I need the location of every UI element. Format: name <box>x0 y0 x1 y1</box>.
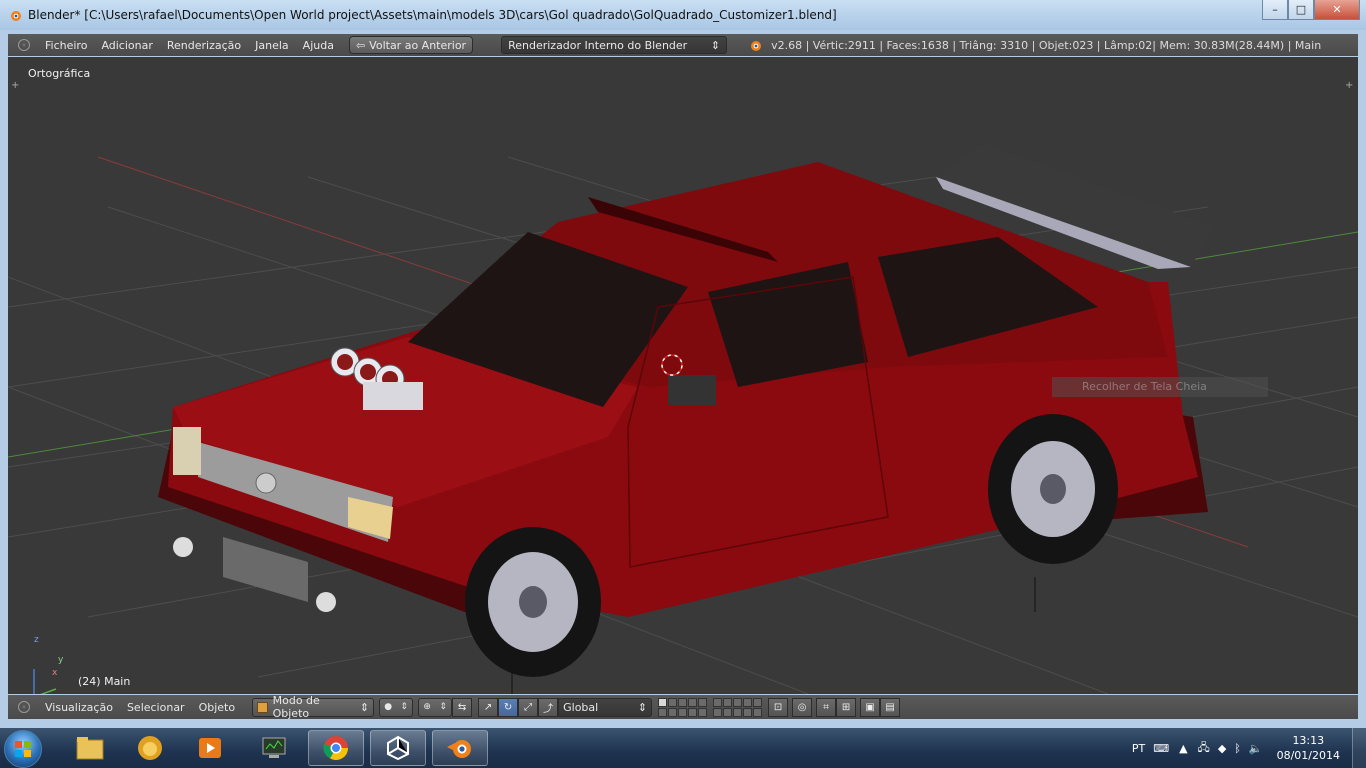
maximize-button[interactable]: □ <box>1288 0 1314 20</box>
menu-selecionar[interactable]: Selecionar <box>120 701 192 714</box>
rear-wheel <box>988 414 1118 564</box>
viewport-scene <box>8 143 1358 694</box>
taskbar-media-player[interactable] <box>182 730 238 766</box>
object-mode-icon <box>257 701 268 713</box>
3d-viewport[interactable]: Ortográfica + + Recolher de Tela Cheia z… <box>8 57 1358 694</box>
bluetooth-icon[interactable]: ᛒ <box>1234 742 1241 755</box>
view-projection-label: Ortográfica <box>28 67 91 80</box>
menu-adicionar[interactable]: Adicionar <box>94 39 159 52</box>
window-title-bar[interactable]: Blender* [C:\Users\rafael\Documents\Open… <box>0 0 1366 30</box>
scene-stats: v2.68 | Vértic:2911 | Faces:1638 | Triân… <box>771 38 1322 52</box>
minimize-button[interactable]: – <box>1262 0 1288 20</box>
axis-x-label: x <box>52 668 58 678</box>
editor-type-icon[interactable]: ◦ <box>18 39 30 51</box>
taskbar-chrome[interactable] <box>308 730 364 766</box>
media-player-icon <box>199 738 221 758</box>
toolshelf-toggle-icon[interactable]: + <box>11 81 21 91</box>
chrome-icon <box>323 736 348 761</box>
lion-app-icon <box>138 736 162 760</box>
menu-ajuda[interactable]: Ajuda <box>296 39 341 52</box>
window-frame: ◦ Ficheiro Adicionar Renderização Janela… <box>0 30 1366 728</box>
active-object-label: (24) Main <box>78 675 131 688</box>
menu-renderizacao[interactable]: Renderização <box>160 39 248 52</box>
lock-layers-icon[interactable]: ⊡ <box>768 697 789 717</box>
render-image-icon[interactable]: ▣ <box>860 697 881 717</box>
volume-icon[interactable]: 🔈 <box>1249 742 1263 755</box>
render-animation-icon[interactable]: ▤ <box>880 697 901 717</box>
manipulator-toggle-icon[interactable]: ⇆ <box>452 697 473 717</box>
snap-toggle-icon[interactable]: ⌗ <box>816 697 837 717</box>
menu-ficheiro[interactable]: Ficheiro <box>38 39 94 52</box>
axis-z-label: z <box>34 635 39 645</box>
taskbar-lion-app[interactable] <box>122 730 178 766</box>
explorer-icon <box>76 737 104 760</box>
back-icon: ⇦ <box>355 38 366 52</box>
renderer-label: Renderizador Interno do Blender <box>508 38 688 52</box>
view3d-header: ◦ Visualização Selecionar Objeto Modo de… <box>8 694 1358 720</box>
taskbar-blender[interactable] <box>432 730 488 766</box>
pivot-point-select[interactable]: ⊕ ⇕ <box>418 697 453 717</box>
keyboard-icon[interactable]: ⌨ <box>1153 742 1169 755</box>
proportional-edit-icon[interactable]: ◎ <box>792 697 813 717</box>
editor-type-icon[interactable]: ◦ <box>18 701 30 713</box>
system-tray: PT ⌨ ▲ 🖧 ◆ ᛒ 🔈 13:13 08/01/2014 <box>1132 728 1366 768</box>
blender-app-icon <box>11 11 21 21</box>
snap-element-icon[interactable]: ⊞ <box>836 697 857 717</box>
front-wheel <box>465 527 601 677</box>
fullscreen-tooltip: Recolher de Tela Cheia <box>1052 377 1268 397</box>
show-hidden-icons-icon[interactable]: ▲ <box>1179 742 1187 755</box>
layer-buttons-2[interactable] <box>713 697 763 717</box>
menu-visualizacao[interactable]: Visualização <box>38 701 120 714</box>
clock[interactable]: 13:13 08/01/2014 <box>1277 733 1340 763</box>
back-label: Voltar ao Anterior <box>369 38 467 52</box>
car-model[interactable] <box>158 143 1213 677</box>
back-to-previous-button[interactable]: ⇦ Voltar ao Anterior <box>348 36 474 54</box>
menu-janela[interactable]: Janela <box>248 39 296 52</box>
viewport-shading-select[interactable]: ● ⇕ <box>379 697 414 717</box>
window-title: Blender* [C:\Users\rafael\Documents\Open… <box>28 8 837 22</box>
menu-objeto[interactable]: Objeto <box>192 701 243 714</box>
transform-orientation-icon[interactable]: ⤴ <box>538 697 559 717</box>
blender-logo-icon <box>751 41 762 51</box>
chevron-updown-icon: ⇕ <box>359 700 370 714</box>
blender-icon <box>447 740 471 758</box>
mode-select[interactable]: Modo de Objeto ⇕ <box>252 694 375 720</box>
unity-icon <box>387 735 409 761</box>
chevron-updown-icon: ⇕ <box>710 38 721 52</box>
windows-taskbar: PT ⌨ ▲ 🖧 ◆ ᛒ 🔈 13:13 08/01/2014 <box>0 728 1366 768</box>
orientation-label: Global <box>563 700 599 714</box>
close-button[interactable]: ✕ <box>1314 0 1360 20</box>
language-indicator[interactable]: PT <box>1132 742 1145 755</box>
taskbar-explorer[interactable] <box>62 730 118 766</box>
start-button[interactable] <box>4 730 42 768</box>
chevron-updown-icon: ⇕ <box>637 700 648 714</box>
clock-date: 08/01/2014 <box>1276 749 1340 762</box>
properties-toggle-icon[interactable]: + <box>1345 81 1355 91</box>
renderer-select[interactable]: Renderizador Interno do Blender ⇕ <box>501 36 728 54</box>
rotate-manipulator-icon[interactable]: ↻ <box>498 697 519 717</box>
windows-logo-icon <box>15 741 31 757</box>
translate-manipulator-icon[interactable]: ↗ <box>478 697 499 717</box>
axis-y-label: y <box>58 655 64 665</box>
info-header: ◦ Ficheiro Adicionar Renderização Janela… <box>8 34 1358 56</box>
mode-label: Modo de Objeto <box>272 694 320 720</box>
scale-manipulator-icon[interactable]: ⤢ <box>518 697 539 717</box>
transform-orientation-select[interactable]: Global ⇕ <box>558 697 653 717</box>
taskbar-task-manager[interactable] <box>246 730 302 766</box>
taskbar-unity[interactable] <box>370 730 426 766</box>
clock-time: 13:13 <box>1292 734 1325 747</box>
layer-buttons-1[interactable] <box>658 697 708 717</box>
network-icon[interactable]: 🖧 <box>1198 739 1210 758</box>
task-manager-icon <box>262 737 286 758</box>
dropbox-icon[interactable]: ◆ <box>1218 742 1226 755</box>
show-desktop-button[interactable] <box>1352 728 1366 768</box>
